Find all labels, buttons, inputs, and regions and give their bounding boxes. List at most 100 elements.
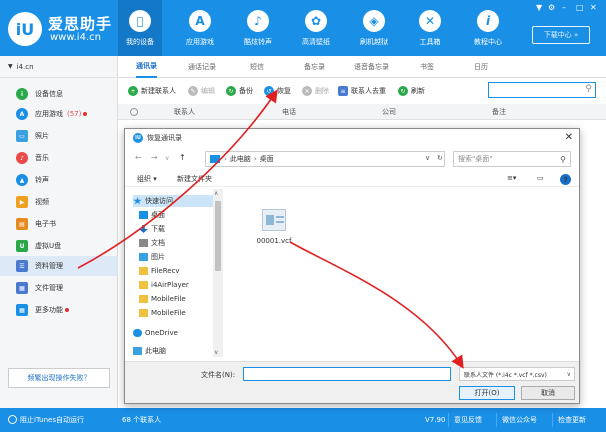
tab-calendar[interactable]: 日历 [474, 56, 488, 78]
address-bar[interactable]: › 此电脑 › 桌面 [205, 151, 445, 167]
up-arrow-icon[interactable]: ↑ [179, 153, 186, 162]
tree-item-onedrive[interactable]: OneDrive [133, 327, 219, 339]
refresh-button[interactable]: ↻ 刷新 [398, 83, 425, 99]
dialog-command-bar: 组织 ▾ 新建文件夹 ≡▾ ▭ ? [125, 171, 579, 187]
tree-item-label: OneDrive [145, 329, 178, 337]
file-type-select[interactable]: 联系人文件 (*.i4c *.vcf *.csv) ∨ [459, 367, 575, 381]
download-center-button[interactable]: 下载中心 » [532, 26, 590, 44]
edit-icon: ✎ [188, 86, 198, 96]
close-icon[interactable]: ✕ [590, 3, 597, 12]
tree-item-desktop[interactable]: 桌面 ✦ [133, 209, 219, 221]
file-item-vcf[interactable]: 00001.vcf [249, 209, 299, 259]
sidebar-item-data-management[interactable]: ☰ 资料管理 [0, 256, 118, 276]
refresh-icon[interactable]: ↻ [437, 154, 443, 162]
open-button[interactable]: 打开(O) [459, 386, 515, 400]
tree-item-label: 快速访问 [145, 197, 173, 205]
tree-item-mobilefile[interactable]: MobileFile [133, 307, 219, 319]
tree-item-this-pc[interactable]: 此电脑 [133, 345, 219, 357]
sidebar-item-ringtones[interactable]: ▲ 铃声 [0, 170, 118, 190]
folder-icon [210, 155, 220, 163]
tree-item-i4airplayer[interactable]: i4AirPlayer [133, 279, 219, 291]
tree-item-pictures[interactable]: 图片 ✦ [133, 251, 219, 263]
frequent-failure-help-button[interactable]: 频繁出现操作失败？ [8, 368, 110, 388]
nav-wallpapers[interactable]: ✿ 高清壁纸 [294, 0, 338, 56]
sidebar-item-photos[interactable]: ▭ 照片 [0, 126, 118, 146]
tree-item-filerecv[interactable]: FileRecv [133, 265, 219, 277]
search-icon: ⚲ [585, 84, 592, 94]
sidebar-item-music[interactable]: ♪ 音乐 [0, 148, 118, 168]
sidebar-item-apps[interactable]: A 应用游戏 (57) [0, 104, 118, 124]
column-header-company[interactable]: 公司 [382, 107, 396, 117]
chevron-up-icon[interactable]: ∧ [214, 190, 218, 197]
backup-button[interactable]: ↻ 备份 [226, 83, 253, 99]
tab-notes[interactable]: 备忘录 [304, 56, 325, 78]
help-icon[interactable]: ? [560, 174, 571, 185]
view-options-icon[interactable]: ≡▾ [507, 174, 516, 182]
tool-label: 备份 [239, 87, 253, 95]
column-header-phone[interactable]: 电话 [282, 107, 296, 117]
wifi-icon[interactable]: ▼ [536, 3, 542, 12]
tree-item-downloads[interactable]: 下载 ✦ [133, 223, 219, 235]
new-contact-button[interactable]: + 新建联系人 [128, 83, 176, 99]
tab-contacts[interactable]: 通讯录 [136, 56, 157, 78]
column-header-notes[interactable]: 备注 [492, 107, 506, 117]
chevron-down-icon[interactable]: ∨ [425, 154, 430, 162]
tree-item-mobilefile[interactable]: MobileFile [133, 293, 219, 305]
nav-toolbox[interactable]: ✕ 工具箱 [408, 0, 452, 56]
sidebar-item-more[interactable]: ▦ 更多功能 [0, 300, 118, 320]
wechat-button[interactable]: 微信公众号 [496, 413, 542, 427]
itunes-autorun-label[interactable]: 阻止iTunes自动运行 [20, 415, 84, 425]
new-folder-button[interactable]: 新建文件夹 [177, 174, 212, 184]
column-header-name[interactable]: 联系人 [174, 107, 195, 117]
navigation-tree: 快速访问 桌面 ✦ 下载 ✦ 文档 ✦ 图片 ✦ FileRecv i4Ai [133, 189, 225, 357]
organize-menu[interactable]: 组织 ▾ [137, 174, 157, 184]
nav-apps[interactable]: A 应用游戏 [178, 0, 222, 56]
tab-sms[interactable]: 短信 [250, 56, 264, 78]
breadcrumb-desktop[interactable]: 桌面 [260, 154, 274, 164]
tree-scrollbar[interactable]: ∧ ∨ [213, 189, 223, 357]
feedback-button[interactable]: 意见反馈 [448, 413, 487, 427]
nav-tutorials[interactable]: i 教程中心 [466, 0, 510, 56]
chevron-down-icon[interactable]: ∨ [165, 155, 169, 162]
sidebar-item-label: 设备信息 [35, 90, 63, 98]
minimize-icon[interactable]: – [562, 3, 566, 12]
sidebar-item-ebooks[interactable]: ▤ 电子书 [0, 214, 118, 234]
device-selector[interactable]: ▼ i4.cn [0, 56, 118, 78]
notification-dot [65, 308, 69, 312]
sidebar-item-videos[interactable]: ▶ 视频 [0, 192, 118, 212]
breadcrumb-this-pc[interactable]: 此电脑 [230, 154, 251, 164]
tab-bookmarks[interactable]: 书签 [420, 56, 434, 78]
folder-icon [139, 281, 148, 289]
preview-pane-icon[interactable]: ▭ [537, 174, 544, 182]
contact-search-input[interactable]: ⚲ [488, 82, 596, 98]
scrollbar-thumb[interactable] [215, 201, 221, 271]
chevron-down-icon[interactable]: ∨ [214, 349, 218, 356]
sidebar-item-virtual-udisk[interactable]: U 虚拟U盘 [0, 236, 118, 256]
cancel-button[interactable]: 取消 [521, 386, 575, 400]
maximize-icon[interactable]: □ [576, 3, 584, 12]
tree-item-documents[interactable]: 文档 ✦ [133, 237, 219, 249]
edit-button[interactable]: ✎ 编辑 [188, 83, 215, 99]
folder-icon [139, 309, 148, 317]
select-all-checkbox[interactable] [130, 108, 138, 116]
forward-arrow-icon[interactable]: → [151, 153, 158, 162]
delete-button[interactable]: ✕ 删除 [302, 83, 329, 99]
notification-dot [83, 112, 88, 116]
filename-input[interactable] [243, 367, 451, 381]
back-arrow-icon[interactable]: ← [135, 153, 142, 162]
close-icon[interactable]: ✕ [565, 132, 573, 143]
tab-call-log[interactable]: 通话记录 [188, 56, 216, 78]
dialog-search-input[interactable]: 搜索"桌面" ⚲ [453, 151, 571, 167]
nav-my-device[interactable]:  我的设备 [118, 0, 162, 56]
gear-icon[interactable]: ⚙ [548, 3, 555, 12]
tree-item-quick-access[interactable]: 快速访问 [133, 195, 219, 207]
nav-ringtones[interactable]: ♪ 酷炫铃声 [236, 0, 280, 56]
sidebar-item-device-info[interactable]: i 设备信息 [0, 84, 118, 104]
dedupe-contacts-button[interactable]: ≡ 联系人去重 [338, 83, 386, 99]
check-update-button[interactable]: 检查更新 [552, 413, 591, 427]
nav-flash-jailbreak[interactable]: ◈ 刷机越狱 [352, 0, 396, 56]
restore-button[interactable]: ↺ 恢复 [264, 83, 291, 99]
itunes-toggle-radio[interactable] [8, 415, 17, 424]
tab-voice-memos[interactable]: 语音备忘录 [354, 56, 389, 78]
sidebar-item-file-management[interactable]: ▦ 文件管理 [0, 278, 118, 298]
